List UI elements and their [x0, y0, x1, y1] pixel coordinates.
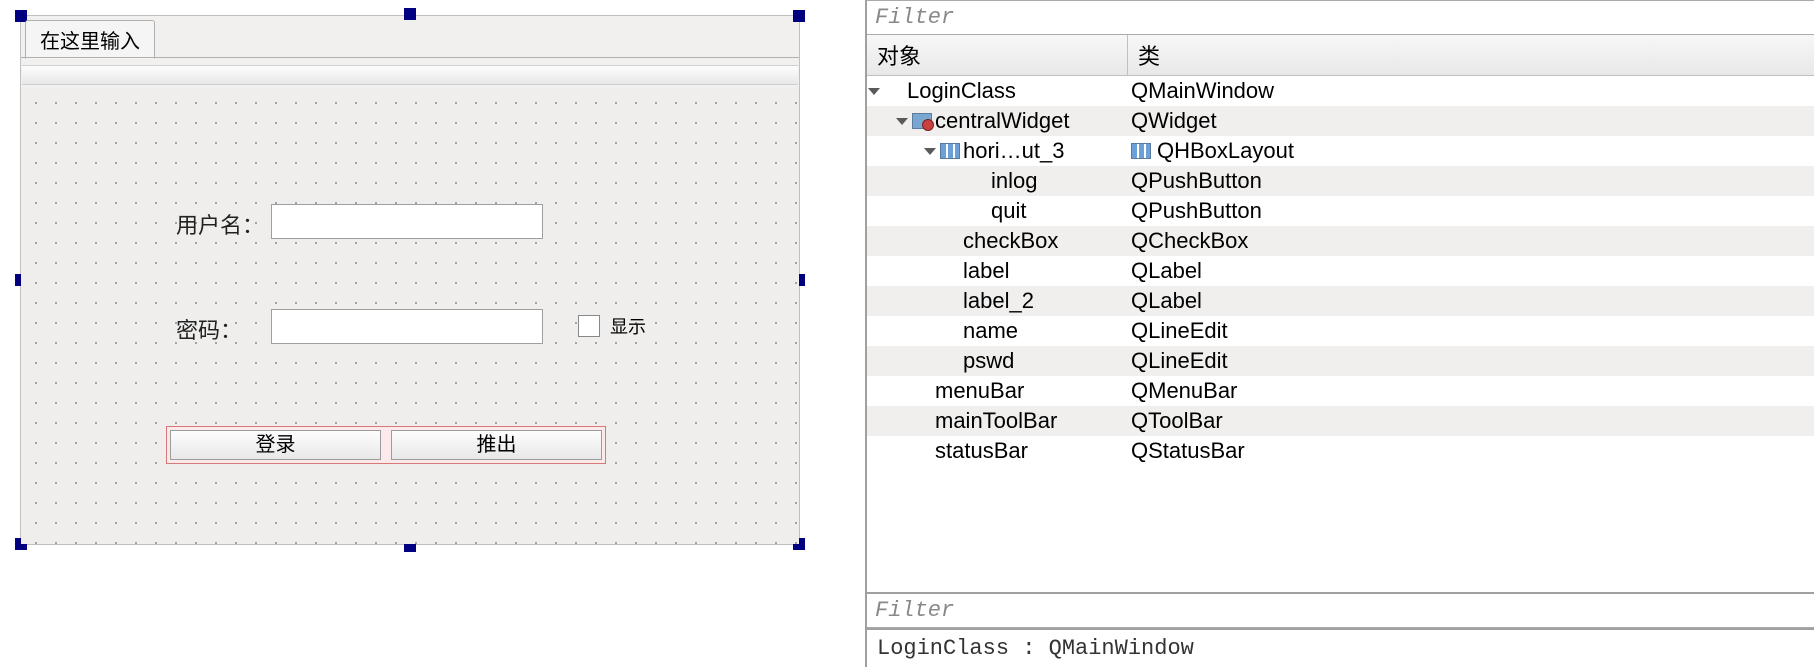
form-designer-pane: 在这里输入 用户名： 密码： 显示 登录 推出 [0, 0, 830, 667]
object-name: pswd [963, 348, 1014, 374]
object-tree-header: 对象 类 [867, 35, 1814, 76]
tree-row[interactable]: label QLabel [867, 256, 1814, 286]
expand-spacer [895, 384, 909, 398]
username-label: 用户名： [176, 208, 264, 240]
status-line: LoginClass : QMainWindow [867, 628, 1814, 667]
tree-row[interactable]: centralWidget QWidget [867, 106, 1814, 136]
expand-icon[interactable] [923, 144, 937, 158]
password-label: 密码： [176, 313, 242, 345]
object-name: label [963, 258, 1009, 284]
object-name: statusBar [935, 438, 1028, 464]
object-filter-input[interactable]: Filter [867, 0, 1814, 35]
property-filter-input[interactable]: Filter [867, 592, 1814, 628]
object-name: LoginClass [907, 78, 1016, 104]
header-class-col[interactable]: 类 [1127, 35, 1814, 75]
tree-row[interactable]: inlog QPushButton [867, 166, 1814, 196]
quit-button[interactable]: 推出 [391, 430, 602, 460]
tree-row[interactable]: hori…ut_3 QHBoxLayout [867, 136, 1814, 166]
class-name: QToolBar [1131, 408, 1223, 434]
layout-icon [940, 143, 960, 159]
expand-spacer [923, 294, 937, 308]
object-name: mainToolBar [935, 408, 1057, 434]
expand-spacer [895, 444, 909, 458]
tree-row[interactable]: menuBar QMenuBar [867, 376, 1814, 406]
object-inspector-pane: Filter 对象 类 LoginClassQMainWindowcentral… [865, 0, 1814, 667]
class-name: QMenuBar [1131, 378, 1237, 404]
tab-underline [21, 57, 799, 61]
toolbar-strip [22, 65, 798, 85]
object-name: label_2 [963, 288, 1034, 314]
object-tree-body[interactable]: LoginClass QMainWindow centralWidget QWidge… [867, 76, 1814, 592]
button-layout-selected[interactable]: 登录 推出 [166, 426, 606, 464]
expand-icon[interactable] [895, 114, 909, 128]
tree-row[interactable]: label_2 QLabel [867, 286, 1814, 316]
object-name: inlog [991, 168, 1037, 194]
class-name: QMainWindow [1131, 78, 1274, 104]
class-name: QLineEdit [1131, 348, 1228, 374]
expand-spacer [923, 234, 937, 248]
object-name: name [963, 318, 1018, 344]
class-name: QWidget [1131, 108, 1217, 134]
tree-row[interactable]: mainToolBar QToolBar [867, 406, 1814, 436]
tab-active[interactable]: 在这里输入 [25, 20, 155, 59]
header-object-col[interactable]: 对象 [867, 35, 1127, 75]
tree-row[interactable]: quit QPushButton [867, 196, 1814, 226]
class-name: QLabel [1131, 258, 1202, 284]
class-name: QLineEdit [1131, 318, 1228, 344]
class-name: QPushButton [1131, 198, 1262, 224]
tree-row[interactable]: LoginClass QMainWindow [867, 76, 1814, 106]
class-name: QCheckBox [1131, 228, 1248, 254]
form-grid-area[interactable]: 用户名： 密码： 显示 登录 推出 [21, 88, 799, 544]
class-name: QStatusBar [1131, 438, 1245, 464]
widget-icon [912, 113, 932, 129]
expand-spacer [923, 354, 937, 368]
tree-row[interactable]: pswd QLineEdit [867, 346, 1814, 376]
tree-row[interactable]: statusBar QStatusBar [867, 436, 1814, 466]
tree-row[interactable]: name QLineEdit [867, 316, 1814, 346]
class-name: QLabel [1131, 288, 1202, 314]
layout-icon [1131, 143, 1151, 159]
login-button[interactable]: 登录 [170, 430, 381, 460]
object-name: quit [991, 198, 1026, 224]
form-canvas[interactable]: 在这里输入 用户名： 密码： 显示 登录 推出 [20, 15, 800, 545]
username-input[interactable] [271, 204, 543, 239]
expand-spacer [923, 264, 937, 278]
show-password-checkbox[interactable]: 显示 [578, 313, 646, 339]
object-name: hori…ut_3 [963, 138, 1065, 164]
expand-spacer [895, 414, 909, 428]
expand-spacer [951, 204, 965, 218]
tree-row[interactable]: checkBox QCheckBox [867, 226, 1814, 256]
class-name: QHBoxLayout [1157, 138, 1294, 164]
object-name: menuBar [935, 378, 1024, 404]
tab-bar: 在这里输入 [21, 16, 799, 58]
checkbox-box-icon [578, 315, 600, 337]
checkbox-label: 显示 [610, 313, 646, 339]
class-name: QPushButton [1131, 168, 1262, 194]
object-name: checkBox [963, 228, 1058, 254]
expand-spacer [923, 324, 937, 338]
object-name: centralWidget [935, 108, 1070, 134]
expand-icon[interactable] [867, 84, 881, 98]
expand-spacer [951, 174, 965, 188]
password-input[interactable] [271, 309, 543, 344]
